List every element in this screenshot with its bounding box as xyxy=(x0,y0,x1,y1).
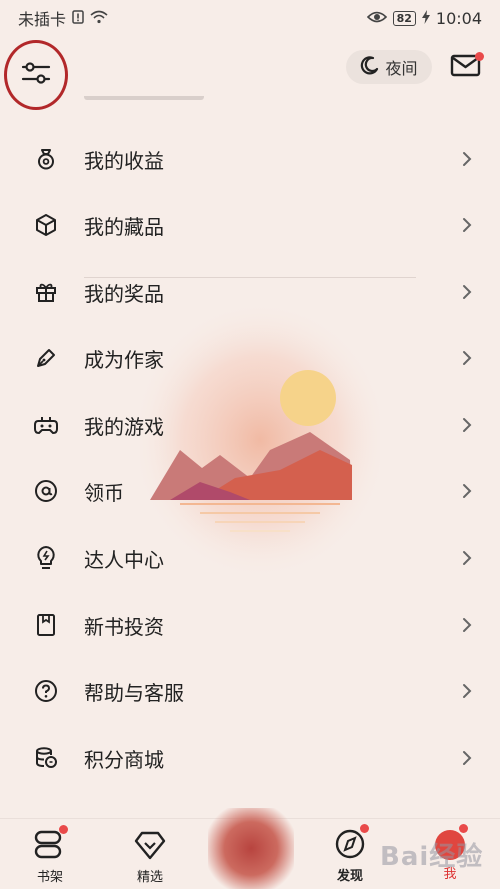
lightbulb-icon xyxy=(33,545,59,571)
bookshelf-badge xyxy=(59,825,68,834)
menu-item-become-writer[interactable]: 成为作家 xyxy=(0,325,500,391)
diamond-icon xyxy=(133,829,167,861)
status-left: 未插卡 xyxy=(18,6,108,30)
night-mode-label: 夜间 xyxy=(385,59,418,78)
help-icon xyxy=(33,678,59,704)
moon-icon xyxy=(360,55,380,79)
watermark: Bai经验 xyxy=(380,842,484,872)
menu-item-label: 领币 xyxy=(84,480,124,505)
tab-featured[interactable]: 精选 xyxy=(110,819,190,889)
menu-item-points-mall[interactable]: 积分商城 xyxy=(0,725,500,791)
menu-item-prizes[interactable]: 我的奖品 xyxy=(0,259,500,325)
menu-item-collections[interactable]: 我的藏品 xyxy=(0,192,500,258)
message-badge xyxy=(475,52,484,61)
menu-item-label: 达人中心 xyxy=(84,547,164,572)
eye-icon xyxy=(366,9,387,28)
coin-bag-icon xyxy=(33,146,59,172)
chevron-right-icon xyxy=(460,748,474,768)
sim-alert-icon xyxy=(72,9,84,28)
status-bar: 未插卡 82 10:04 xyxy=(0,0,500,36)
menu-item-earnings[interactable]: 我的收益 xyxy=(0,126,500,192)
menu-item-label: 积分商城 xyxy=(84,747,164,772)
compass-icon xyxy=(333,824,369,860)
tab-discover[interactable]: 发现 xyxy=(310,818,390,889)
menu-item-label: 我的藏品 xyxy=(84,214,164,239)
menu-item-label: 帮助与客服 xyxy=(84,680,184,705)
gamepad-icon xyxy=(33,412,59,438)
chevron-right-icon xyxy=(460,481,474,501)
night-mode-button[interactable]: 夜间 xyxy=(346,50,432,84)
tab-label: 发现 xyxy=(336,869,363,884)
chevron-right-icon xyxy=(460,282,474,302)
menu-item-help-support[interactable]: 帮助与客服 xyxy=(0,658,500,724)
menu-item-label: 我的游戏 xyxy=(84,414,164,439)
menu-item-claim-coins[interactable]: 领币 xyxy=(0,458,500,524)
pen-icon xyxy=(33,345,59,371)
status-right: 82 10:04 xyxy=(366,8,482,28)
battery-indicator: 82 xyxy=(392,10,416,26)
clock-text: 10:04 xyxy=(435,8,482,28)
discover-badge xyxy=(360,824,369,833)
menu-item-label: 新书投资 xyxy=(84,614,164,639)
tab-label: 精选 xyxy=(136,870,163,885)
tab-label: 书架 xyxy=(36,870,63,885)
charging-icon xyxy=(421,9,430,28)
messages-button[interactable] xyxy=(450,52,484,82)
coins-stack-icon xyxy=(33,745,59,771)
bookmark-icon xyxy=(33,612,59,638)
menu-item-new-book-invest[interactable]: 新书投资 xyxy=(0,592,500,658)
wifi-icon xyxy=(90,9,108,28)
menu-item-games[interactable]: 我的游戏 xyxy=(0,392,500,458)
chevron-right-icon xyxy=(460,615,474,635)
at-coin-icon xyxy=(33,478,59,504)
chevron-right-icon xyxy=(460,548,474,568)
partial-item-label xyxy=(84,96,204,100)
chevron-right-icon xyxy=(460,415,474,435)
menu-item-label: 我的奖品 xyxy=(84,281,164,306)
chevron-right-icon xyxy=(460,681,474,701)
center-tab-button[interactable] xyxy=(208,808,294,889)
header: 夜间 xyxy=(0,40,500,110)
gift-icon xyxy=(33,279,59,305)
cube-icon xyxy=(33,212,59,238)
menu-item-label: 我的收益 xyxy=(84,148,164,173)
chevron-right-icon xyxy=(460,215,474,235)
me-badge xyxy=(459,824,468,833)
menu-item-label: 成为作家 xyxy=(84,347,164,372)
carrier-text: 未插卡 xyxy=(18,10,67,29)
sliders-icon xyxy=(21,59,51,91)
chevron-right-icon xyxy=(460,149,474,169)
bookshelf-icon xyxy=(33,825,68,861)
mail-icon xyxy=(450,54,482,82)
tab-bookshelf[interactable]: 书架 xyxy=(10,819,90,889)
chevron-right-icon xyxy=(460,348,474,368)
menu-item-expert-center[interactable]: 达人中心 xyxy=(0,525,500,591)
partial-menu-item xyxy=(0,96,500,104)
